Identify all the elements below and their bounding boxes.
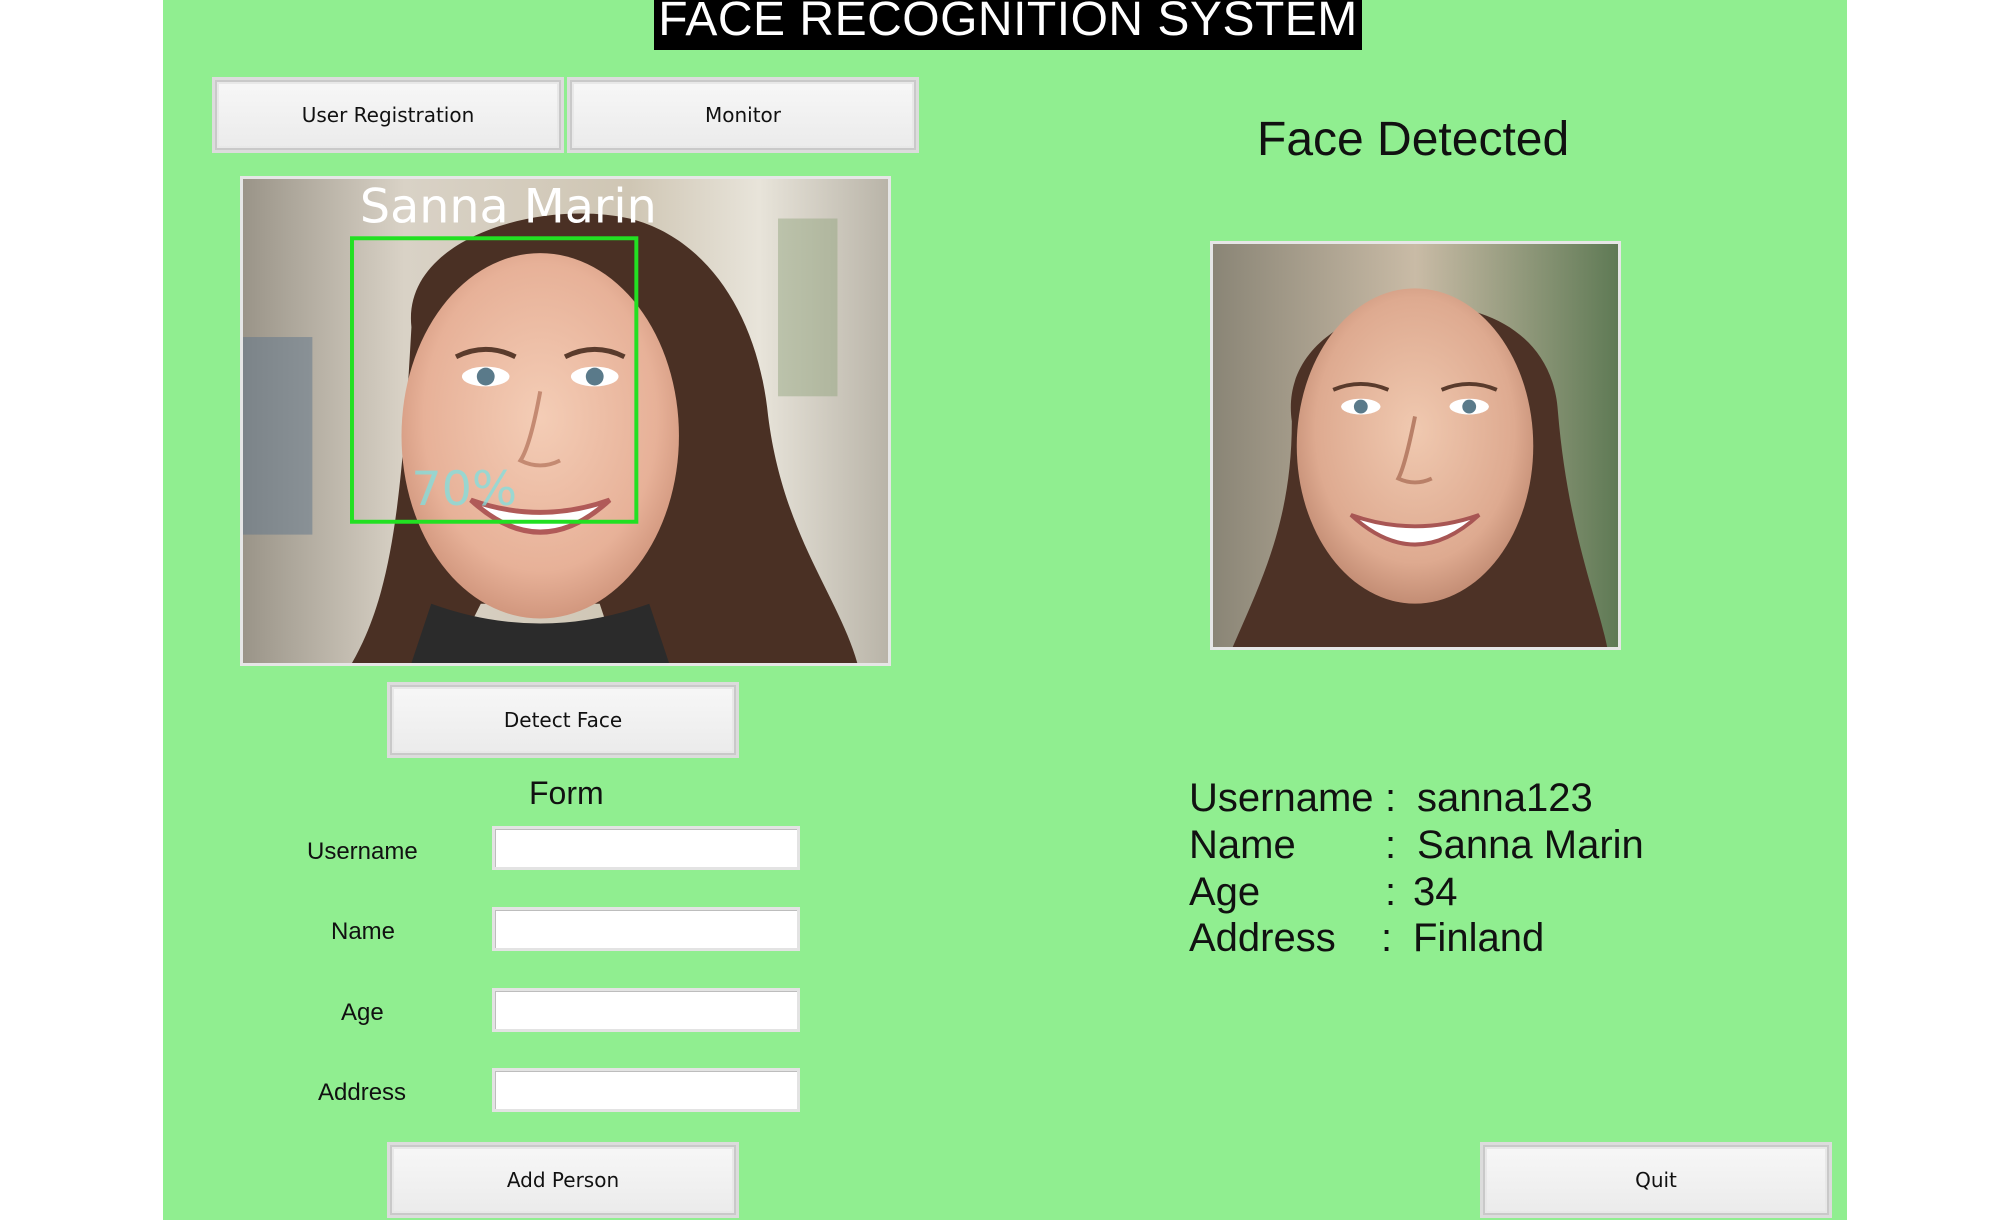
form-heading: Form — [529, 775, 604, 811]
detail-name-sep: : — [1385, 823, 1397, 867]
add-person-button[interactable]: Add Person — [390, 1145, 736, 1215]
user-registration-label: User Registration — [301, 103, 475, 127]
quit-label: Quit — [1635, 1168, 1677, 1192]
age-field[interactable] — [492, 988, 800, 1032]
name-field[interactable] — [492, 907, 800, 951]
detail-age-key: Age — [1189, 870, 1261, 914]
address-label: Address — [318, 1079, 407, 1106]
app-window: FACE RECOGNITION SYSTEM User Registratio… — [163, 0, 1847, 1220]
app-title-text: FACE RECOGNITION SYSTEM — [658, 0, 1358, 46]
detect-face-button[interactable]: Detect Face — [390, 685, 736, 755]
detail-username-value: sanna123 — [1417, 776, 1593, 820]
detail-name-key: Name — [1189, 823, 1296, 867]
detail-name-value: Sanna Marin — [1417, 823, 1644, 867]
detect-face-label: Detect Face — [503, 708, 623, 732]
add-person-label: Add Person — [506, 1168, 620, 1192]
age-label: Age — [341, 999, 384, 1026]
username-field[interactable] — [492, 826, 800, 870]
overlay-name: Sanna Marin — [360, 180, 657, 235]
detail-username-sep: : — [1385, 776, 1397, 820]
address-field[interactable] — [492, 1068, 800, 1112]
detected-face-image — [1210, 241, 1621, 650]
username-label: Username — [307, 838, 418, 865]
detected-face-photo — [1213, 244, 1618, 647]
face-photo: Sanna Marin 70% — [243, 179, 888, 663]
detail-age-sep: : — [1385, 870, 1397, 914]
detail-username-key: Username — [1189, 776, 1374, 820]
detail-address-key: Address — [1189, 916, 1336, 960]
face-detected-heading: Face Detected — [1257, 113, 1570, 166]
camera-preview: Sanna Marin 70% — [240, 176, 891, 666]
detail-address-value: Finland — [1413, 916, 1545, 960]
app-title: FACE RECOGNITION SYSTEM — [654, 0, 1362, 50]
detail-address-sep: : — [1381, 916, 1393, 960]
monitor-button[interactable]: Monitor — [570, 80, 916, 150]
user-registration-button[interactable]: User Registration — [215, 80, 561, 150]
overlay-confidence: 70% — [411, 462, 517, 517]
quit-button[interactable]: Quit — [1483, 1145, 1829, 1215]
detail-age-value: 34 — [1413, 870, 1458, 914]
name-label: Name — [331, 918, 396, 945]
monitor-label: Monitor — [704, 103, 782, 127]
